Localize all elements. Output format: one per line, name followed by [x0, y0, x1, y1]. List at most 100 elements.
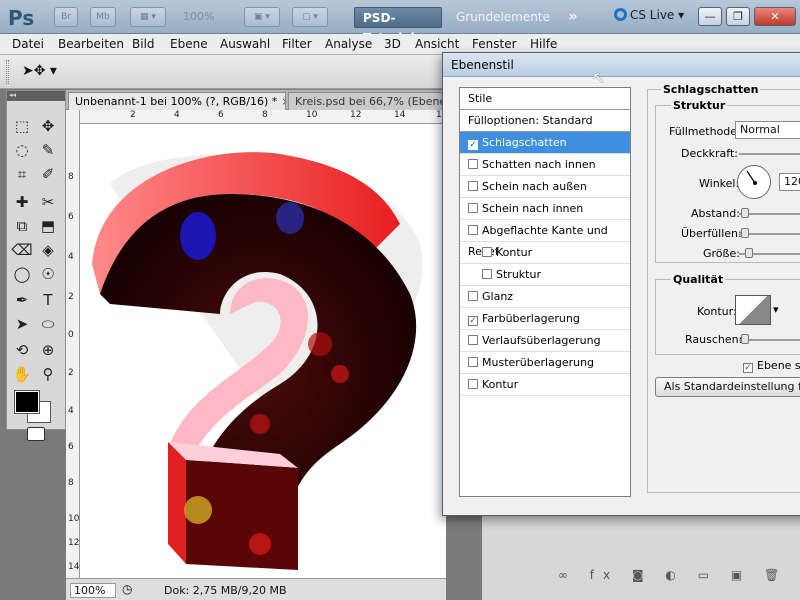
workspace-grundelemente[interactable]: Grundelemente [448, 7, 560, 28]
style-item-schein-nach-innen[interactable]: Schein nach innen [460, 198, 630, 220]
style-item-musterueberlagerung[interactable]: Musterüberlagerung [460, 352, 630, 374]
healing-brush-tool-icon[interactable]: ✚ [11, 191, 33, 213]
fuellmethode-select[interactable]: Normal [735, 121, 800, 139]
style-item-schein-nach-aussen[interactable]: Schein nach außen [460, 176, 630, 198]
checkbox-schein-nach-innen[interactable] [468, 203, 478, 213]
bridge-button[interactable]: Br [54, 7, 78, 27]
checkbox-ebene[interactable]: ✓ [743, 363, 753, 373]
history-brush-tool-icon[interactable]: ⬒ [37, 215, 59, 237]
marquee-tool-icon[interactable]: ⬚ [11, 115, 33, 137]
style-item-glanz[interactable]: Glanz [460, 286, 630, 308]
set-default-button[interactable]: Als Standardeinstellung festleg [655, 377, 800, 397]
ebene-checkbox-row[interactable]: ✓ Ebene spa [743, 359, 800, 373]
style-item-schatten-nach-innen[interactable]: Schatten nach innen [460, 154, 630, 176]
checkbox-verlaufsueberlagerung[interactable] [468, 335, 478, 345]
checkbox-musterueberlagerung[interactable] [468, 357, 478, 367]
menu-ebene[interactable]: Ebene [170, 37, 208, 51]
3d-camera-tool-icon[interactable]: ⊕ [37, 339, 59, 361]
3d-rotate-tool-icon[interactable]: ⟲ [11, 339, 33, 361]
close-button[interactable]: ✕ [754, 7, 796, 26]
vertical-ruler[interactable]: 8 6 4 2 0 2 4 6 8 10 12 14 [66, 110, 80, 578]
foreground-color-swatch[interactable] [14, 390, 40, 414]
path-selection-tool-icon[interactable]: ➤ [11, 313, 33, 335]
close-tab-icon[interactable]: × [281, 95, 285, 108]
contour-dropdown-icon[interactable]: ▾ [773, 303, 779, 316]
menu-bild[interactable]: Bild [132, 37, 155, 51]
more-workspaces-chevron-icon[interactable]: » [568, 7, 578, 25]
status-menu-icon[interactable]: ◷ [122, 582, 132, 596]
document-canvas[interactable] [80, 124, 446, 578]
restore-button[interactable]: ❐ [726, 7, 750, 26]
menu-ansicht[interactable]: Ansicht [415, 37, 459, 51]
hand-tool-icon[interactable]: ✋ [11, 363, 33, 385]
workspace-psd-tutorials[interactable]: PSD-Tutorials [354, 7, 442, 45]
style-item-verlaufsueberlagerung[interactable]: Verlaufsüberlagerung [460, 330, 630, 352]
menu-bearbeiten[interactable]: Bearbeiten [58, 37, 124, 51]
deckkraft-slider-track[interactable] [739, 153, 800, 155]
cs-live-button[interactable]: CS Live ▾ [614, 8, 684, 22]
move-tool-icon[interactable]: ✥ [37, 115, 59, 137]
checkbox-schlagschatten[interactable]: ✓ [468, 140, 478, 150]
pen-tool-icon[interactable]: ✒ [11, 289, 33, 311]
minimize-button[interactable]: — [698, 7, 722, 26]
groesse-slider-knob[interactable] [745, 248, 753, 258]
horizontal-ruler[interactable]: 2 4 6 8 10 12 14 16 [80, 110, 447, 124]
menu-filter[interactable]: Filter [282, 37, 312, 51]
tab-unbenannt-1[interactable]: Unbenannt-1 bei 100% (?, RGB/16) *× [68, 92, 286, 110]
type-tool-icon[interactable]: T [37, 289, 59, 311]
tools-collapse-icon[interactable]: ◂◂ [7, 91, 65, 101]
style-item-farbueberlagerung[interactable]: ✓ Farbüberlagerung [460, 308, 630, 330]
magic-wand-tool-icon[interactable]: ✎ [37, 139, 59, 161]
menu-fenster[interactable]: Fenster [472, 37, 517, 51]
move-tool-preset-icon[interactable]: ➤✥ ▾ [22, 63, 57, 79]
style-item-stile[interactable]: Stile [460, 88, 630, 110]
checkbox-kontur[interactable] [468, 379, 478, 389]
eyedropper-tool-icon[interactable]: ✐ [37, 163, 59, 185]
clone-stamp-tool-icon[interactable]: ⧉ [11, 215, 33, 237]
menu-analyse[interactable]: Analyse [325, 37, 372, 51]
blur-tool-icon[interactable]: ◯ [11, 263, 33, 285]
checkbox-abgeflachte-kante[interactable] [468, 225, 478, 235]
paint-bucket-tool-icon[interactable]: ◈ [37, 239, 59, 261]
zoom-tool-icon[interactable]: ⚲ [37, 363, 59, 385]
style-item-abgeflachte-kante[interactable]: Abgeflachte Kante und Relief [460, 220, 630, 258]
checkbox-farbueberlagerung[interactable]: ✓ [468, 316, 478, 326]
layers-panel-icons[interactable]: ∞ fx ◙ ◐ ▭ ▣ 🗑 [558, 568, 788, 582]
brush-tool-icon[interactable]: ✂ [37, 191, 59, 213]
eraser-tool-icon[interactable]: ⌫ [11, 239, 33, 261]
style-item-kontur[interactable]: Kontur [460, 374, 630, 396]
menu-auswahl[interactable]: Auswahl [220, 37, 270, 51]
tab-kreis-psd[interactable]: Kreis.psd bei 66,7% (Ebene 2 [288, 92, 444, 110]
angle-dial[interactable] [737, 165, 771, 199]
checkbox-schatten-nach-innen[interactable] [468, 159, 478, 169]
ueberfuellen-slider-knob[interactable] [741, 228, 749, 238]
view-extras-button[interactable]: ▦ ▾ [130, 7, 166, 27]
menu-datei[interactable]: Datei [12, 37, 44, 51]
dodge-tool-icon[interactable]: ☉ [37, 263, 59, 285]
abstand-slider-knob[interactable] [741, 208, 749, 218]
mini-bridge-button[interactable]: Mb [90, 7, 116, 27]
arrange-documents-button[interactable]: ▣ ▾ [244, 7, 280, 27]
rauschen-slider-knob[interactable] [741, 334, 749, 344]
style-item-struktur[interactable]: Struktur [460, 264, 630, 286]
menu-3d[interactable]: 3D [384, 37, 401, 51]
winkel-input[interactable]: 120 [779, 173, 800, 191]
lasso-tool-icon[interactable]: ◌ [11, 139, 33, 161]
checkbox-schein-nach-aussen[interactable] [468, 181, 478, 191]
screen-mode-button[interactable]: ▢ ▾ [292, 7, 328, 27]
style-item-kontur-sub[interactable]: Kontur [460, 242, 630, 264]
checkbox-struktur[interactable] [482, 269, 492, 279]
zoom-field[interactable]: 100% [70, 583, 116, 598]
zoom-level-display[interactable]: 100% [183, 10, 214, 23]
ellipse-tool-icon[interactable]: ⬭ [37, 313, 59, 335]
dialog-title-bar[interactable]: Ebenenstil [443, 53, 800, 77]
crop-tool-icon[interactable]: ⌗ [11, 163, 33, 185]
options-bar-grip[interactable] [6, 60, 9, 84]
checkbox-glanz[interactable] [468, 291, 478, 301]
style-item-fuelloptionen[interactable]: Fülloptionen: Standard [460, 110, 630, 132]
menu-hilfe[interactable]: Hilfe [530, 37, 557, 51]
checkbox-kontur-sub[interactable] [482, 247, 492, 257]
quick-mask-icon[interactable] [27, 427, 45, 441]
contour-preview[interactable] [735, 295, 771, 325]
style-item-schlagschatten[interactable]: ✓ Schlagschatten [460, 132, 630, 154]
